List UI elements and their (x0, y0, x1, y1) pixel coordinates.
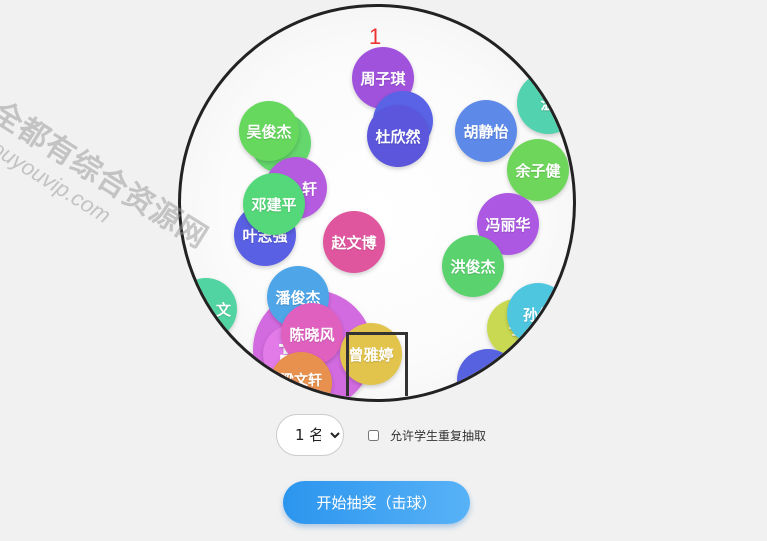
name-ball: 孙俊 (507, 283, 569, 345)
name-ball: 温 (517, 72, 573, 134)
drum-outlet-frame (346, 332, 408, 396)
start-draw-button[interactable]: 开始抽奖（击球） (283, 481, 470, 524)
name-ball: 文 (181, 278, 237, 340)
allow-repeat-checkbox[interactable] (368, 429, 379, 441)
allow-repeat-label: 允许学生重复抽取 (390, 428, 487, 443)
name-ball (457, 349, 519, 399)
name-ball: 余子健 (507, 139, 569, 201)
draw-controls: 1 名 允许学生重复抽取 (276, 414, 486, 456)
watermark-english: douyouvip.com (0, 128, 116, 229)
pick-number: 1 (369, 24, 382, 49)
name-ball: 赵文博 (323, 211, 385, 273)
name-ball: 胡静怡 (455, 100, 517, 162)
name-ball: 吴俊杰 (239, 101, 299, 161)
name-ball: 邓建平 (243, 173, 305, 235)
name-ball: 杜欣然 (367, 105, 429, 167)
winner-count-select[interactable]: 1 名 (276, 414, 344, 456)
name-ball: 洪俊杰 (442, 235, 504, 297)
